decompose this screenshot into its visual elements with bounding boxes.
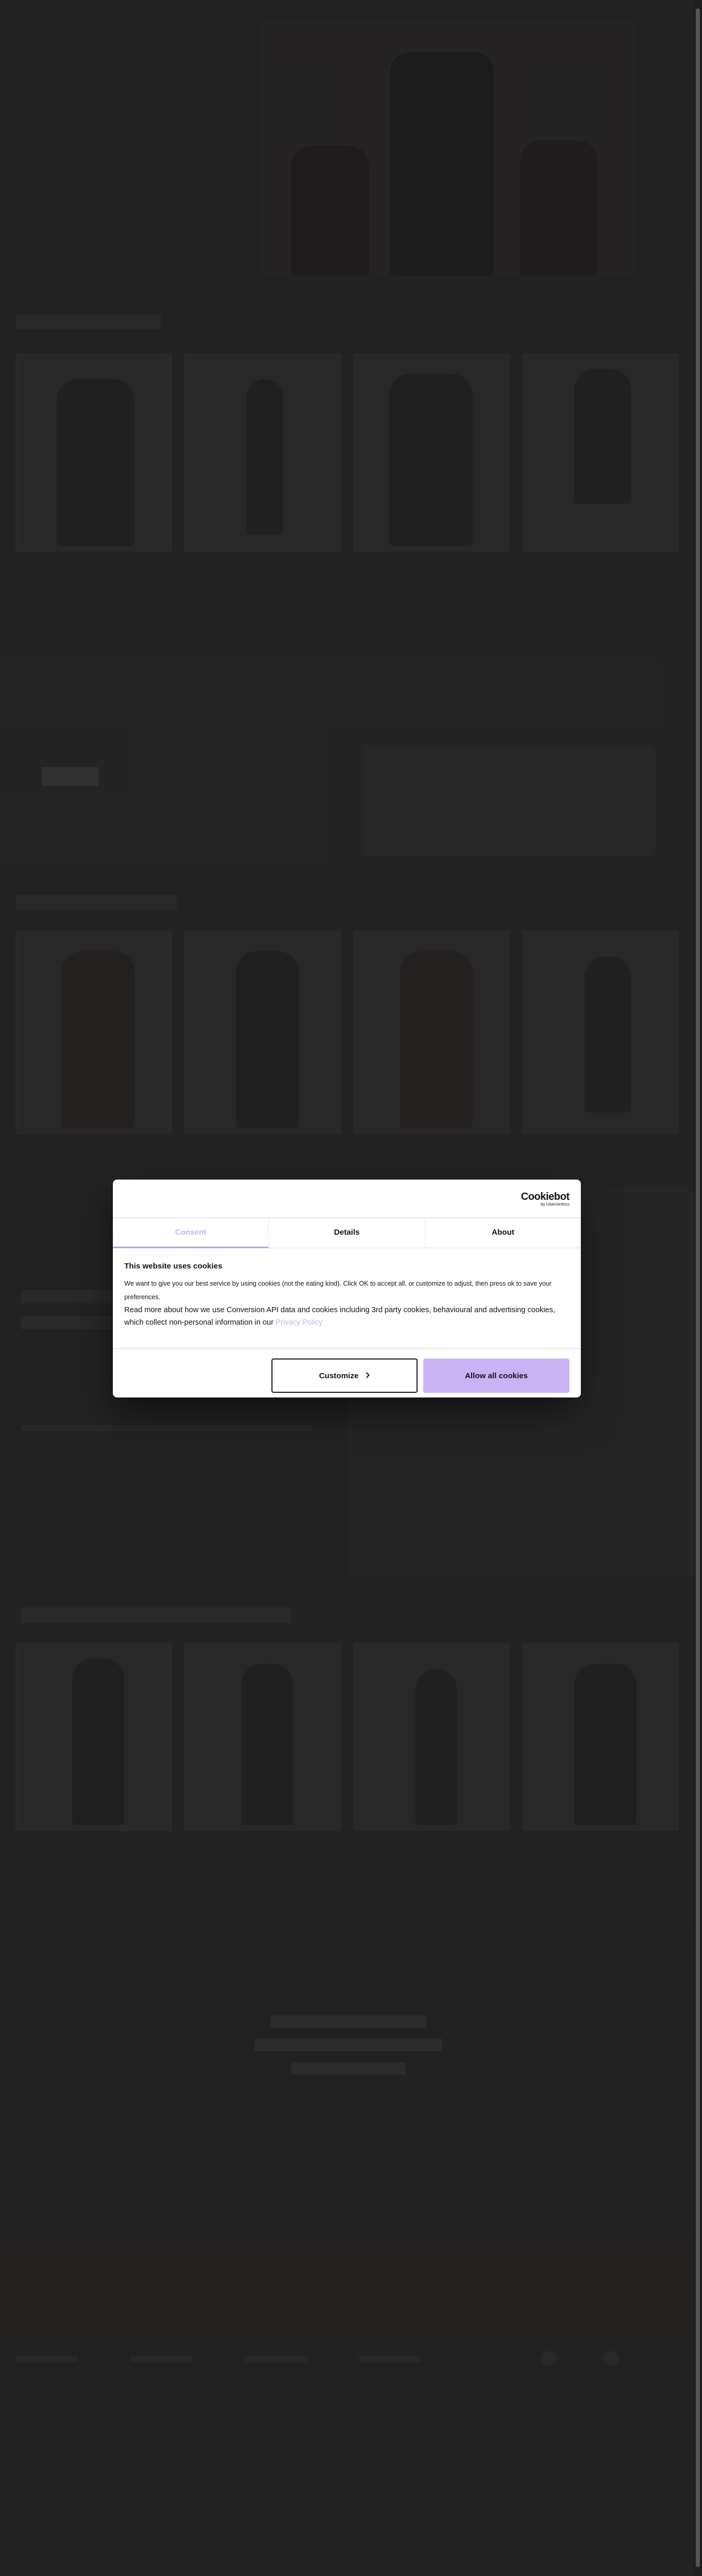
cookiebot-logo-text: Cookiebot [521,1191,570,1202]
cookie-consent-dialog: Cookiebot by Usercentrics Consent Detail… [113,1180,581,1397]
dialog-footer: Customize Allow all cookies [113,1348,581,1397]
privacy-description: Read more about how we use Conversion AP… [124,1304,569,1329]
dialog-header: Cookiebot by Usercentrics [113,1180,581,1218]
tab-about[interactable]: About [424,1218,581,1248]
tab-details[interactable]: Details [268,1218,424,1248]
privacy-policy-link[interactable]: Privacy Policy [276,1318,322,1327]
scrollbar-thumb[interactable] [696,8,700,2567]
dialog-title: This website uses cookies [124,1262,223,1271]
allow-all-cookies-button[interactable]: Allow all cookies [423,1358,569,1393]
allow-all-cookies-label: Allow all cookies [465,1371,528,1380]
consent-description: We want to give you our best service by … [124,1280,552,1301]
customize-button-label: Customize [319,1371,359,1380]
chevron-right-icon [366,1371,370,1380]
tab-consent[interactable]: Consent [113,1218,269,1248]
privacy-description-text: Read more about how we use Conversion AP… [124,1306,555,1327]
consent-tabs: Consent Details About [113,1218,581,1248]
dialog-body: This website uses cookies We want to giv… [124,1262,569,1329]
customize-button[interactable]: Customize [271,1358,418,1393]
page-scrollbar[interactable] [694,0,702,2576]
cookiebot-logo[interactable]: Cookiebot by Usercentrics [521,1191,570,1207]
